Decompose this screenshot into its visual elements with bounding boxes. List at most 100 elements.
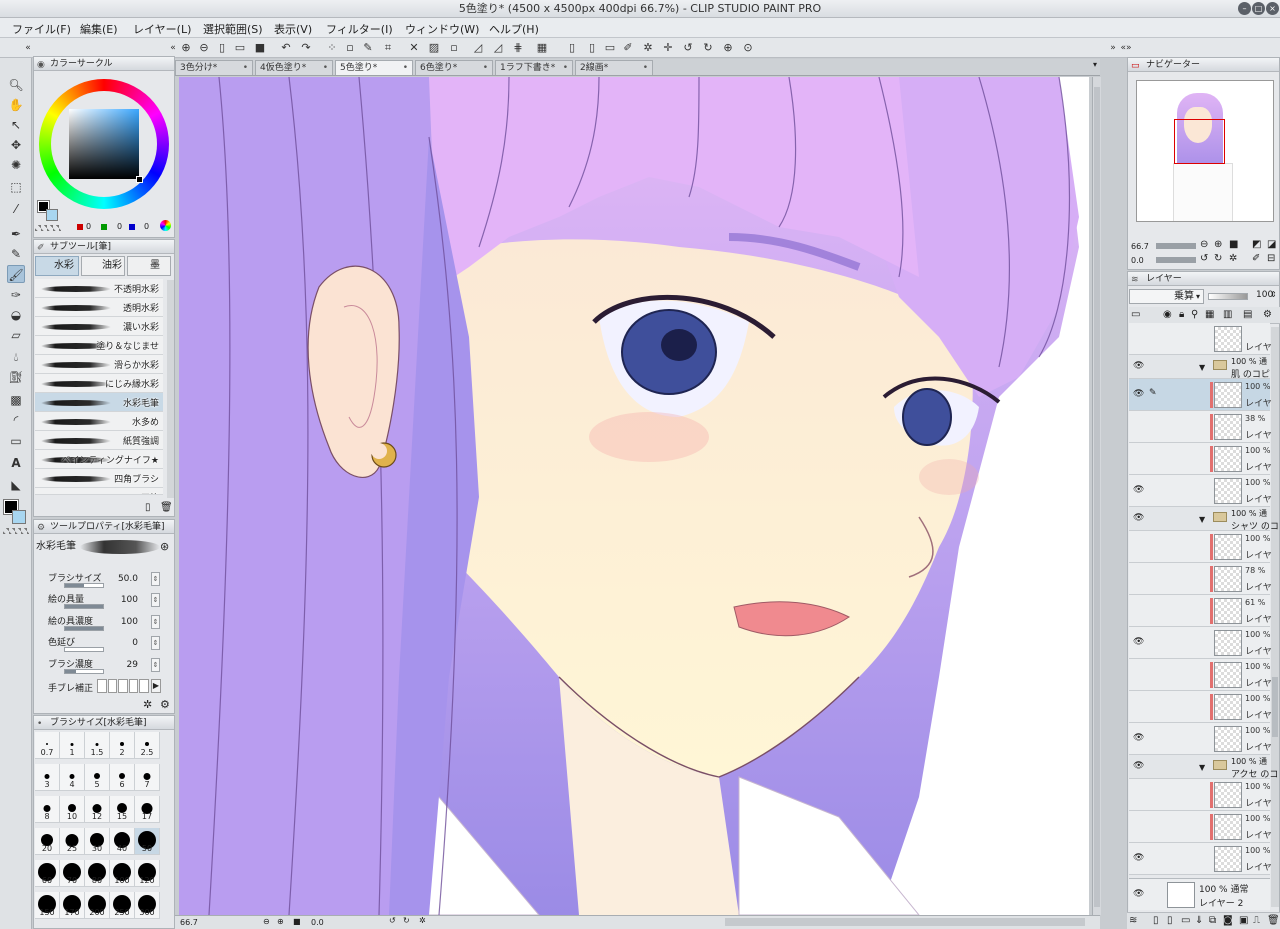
layer-property-icon[interactable]: ≋: [1129, 915, 1137, 926]
brush-size-cell[interactable]: 5: [85, 764, 110, 791]
new-subtool-icon[interactable]: ▯: [145, 502, 151, 513]
crosshair-icon[interactable]: ⊕: [720, 40, 736, 56]
layer-scroll-thumb[interactable]: [1272, 677, 1278, 737]
navigator-zoom-slider[interactable]: [1156, 243, 1196, 249]
nav-rotate-left-icon[interactable]: ↺: [1200, 253, 1208, 264]
gradient-tool-icon[interactable]: ▩: [7, 391, 25, 409]
status-rotate-left-icon[interactable]: ↺: [389, 916, 396, 925]
settings-icon[interactable]: ✲: [640, 40, 656, 56]
rotate-left-icon[interactable]: ↺: [680, 40, 696, 56]
delete-layer-icon[interactable]: 🗑︎: [1267, 915, 1280, 926]
property-stepper-icon[interactable]: ⇕: [151, 615, 160, 629]
saturation-value-square[interactable]: [69, 109, 139, 179]
stabilization-blocks[interactable]: [97, 679, 149, 693]
new-raster-layer-icon[interactable]: ▯: [1153, 915, 1159, 926]
wrench-settings-icon[interactable]: ⚙: [160, 698, 170, 711]
new-file-icon[interactable]: ▯: [214, 40, 230, 56]
hue-ring[interactable]: [39, 79, 169, 209]
property-stepper-icon[interactable]: ⇕: [151, 636, 160, 650]
canvas-horizontal-scrollbar[interactable]: [725, 918, 1085, 926]
brush-item[interactable]: 水彩毛筆: [35, 393, 163, 412]
fill-tool-icon[interactable]: ⛽︎: [7, 368, 25, 386]
drawing-canvas[interactable]: [179, 77, 1089, 915]
lock-icon[interactable]: 🔒︎: [1179, 309, 1184, 320]
layer-row[interactable]: 100 % レイヤ: [1129, 659, 1272, 691]
blend-mode-select[interactable]: 乗算 ▾: [1129, 289, 1204, 304]
status-fit-icon[interactable]: ■: [293, 917, 301, 926]
selection-tool-icon[interactable]: ⁘: [324, 40, 340, 56]
zoom-tool-icon[interactable]: 🔍︎: [7, 76, 25, 94]
target-icon[interactable]: ⊙: [740, 40, 756, 56]
opacity-stepper-icon[interactable]: ⇕: [1270, 290, 1277, 299]
layer-row[interactable]: 👁︎ 100 % レイヤ: [1129, 475, 1272, 507]
brush-size-cell[interactable]: 150: [35, 892, 60, 919]
canvas-tab[interactable]: 5色塗り* •: [335, 60, 413, 75]
ref-layer-icon[interactable]: ▥: [1223, 309, 1232, 320]
folder-expand-icon[interactable]: ▼: [1199, 763, 1205, 772]
layer-row[interactable]: 👁︎ 100 % レイヤ: [1129, 627, 1272, 659]
canvas-vscroll-thumb[interactable]: [1094, 87, 1100, 907]
collapse-right-icon-2[interactable]: «»: [1118, 40, 1134, 56]
color-mode-icon[interactable]: [160, 220, 171, 231]
nav-reset-rotation-icon[interactable]: ✲: [1229, 253, 1237, 264]
collapse-left-icon[interactable]: «: [20, 40, 36, 56]
layer-opacity-slider[interactable]: [1208, 293, 1248, 300]
subtool-settings-icon[interactable]: ✲: [143, 698, 152, 711]
layer-row[interactable]: レイヤ: [1129, 323, 1272, 355]
page-add-icon[interactable]: ▯: [584, 40, 600, 56]
undo-icon[interactable]: ↶: [278, 40, 294, 56]
close-tab-icon[interactable]: •: [643, 61, 648, 75]
nav-eyedrop-icon[interactable]: ✐: [1252, 253, 1260, 264]
text-tool-icon[interactable]: A: [7, 454, 25, 472]
page-icon[interactable]: ▯: [564, 40, 580, 56]
layer-row[interactable]: 78 % レイヤ: [1129, 563, 1272, 595]
decoration-tool-icon[interactable]: ◒: [7, 306, 25, 324]
clear-icon[interactable]: ✎: [360, 40, 376, 56]
property-stepper-icon[interactable]: ⇕: [151, 658, 160, 672]
layer-folder-row[interactable]: 👁︎ ▼ 100 % 通アクセ のコ: [1129, 755, 1278, 780]
brush-size-cell[interactable]: 40: [110, 828, 135, 855]
brush-size-cell[interactable]: 200: [85, 892, 110, 919]
brush-size-cell[interactable]: 17: [135, 796, 160, 823]
stabilization-next-icon[interactable]: ▶: [151, 679, 161, 693]
folder-icon[interactable]: ▭: [602, 40, 618, 56]
layer-scrollbar[interactable]: [1271, 327, 1279, 907]
layer-row[interactable]: 👁︎ 100 % レイヤ: [1129, 843, 1272, 875]
rotate-right-icon[interactable]: ↻: [700, 40, 716, 56]
nav-flip-v-icon[interactable]: ◪: [1267, 239, 1276, 250]
ruler-hide-icon[interactable]: ▨: [426, 40, 442, 56]
nav-flip-h-icon[interactable]: ◩: [1252, 239, 1261, 250]
tab-ink[interactable]: 墨: [127, 256, 171, 276]
brush-item[interactable]: 滑らか水彩: [35, 355, 163, 374]
status-rotate-right-icon[interactable]: ↻: [403, 916, 410, 925]
hand-tool-icon[interactable]: ✋: [7, 96, 25, 114]
layer-row[interactable]: 100 % レイヤ: [1129, 811, 1272, 843]
snap-icon[interactable]: ▫: [446, 40, 462, 56]
canvas-tab[interactable]: 3色分け* •: [175, 60, 253, 75]
layer-settings-icon[interactable]: ⚙: [1263, 309, 1272, 320]
property-slider[interactable]: [64, 669, 104, 674]
property-value[interactable]: 50.0: [108, 574, 138, 584]
menu-view[interactable]: 表示(V): [274, 21, 312, 37]
figure-tool-icon[interactable]: ◜: [7, 411, 25, 429]
brush-settings-icon[interactable]: ⊛: [160, 540, 169, 553]
layer-row[interactable]: 100 % レイヤ: [1129, 779, 1272, 811]
redo-icon[interactable]: ↷: [298, 40, 314, 56]
property-value[interactable]: 29: [108, 660, 138, 670]
layer-mask-icon[interactable]: ◉: [1163, 309, 1172, 320]
menu-edit[interactable]: 編集(E): [80, 21, 118, 37]
maximize-icon[interactable]: □: [1252, 2, 1265, 15]
transfer-down-icon[interactable]: ⇓: [1195, 915, 1203, 926]
layer-folder-row[interactable]: 👁︎ ▼ 100 % 通肌 のコピ: [1129, 355, 1270, 380]
status-zoom-in-icon[interactable]: ⊕: [277, 917, 284, 926]
brush-size-cell[interactable]: 6: [110, 764, 135, 791]
navigator-preview[interactable]: [1136, 80, 1274, 222]
close-tab-icon[interactable]: •: [323, 61, 328, 75]
ruler-icon[interactable]: ✕: [406, 40, 422, 56]
tab-watercolor[interactable]: 水彩: [35, 256, 79, 276]
layer-mask-create-icon[interactable]: ◙: [1223, 915, 1233, 926]
brush-size-cell[interactable]: 12: [85, 796, 110, 823]
zoom-in-icon[interactable]: ⊕: [178, 40, 194, 56]
layer-row[interactable]: 👁︎ ✎ 100 % レイヤ: [1129, 379, 1272, 411]
brush-item[interactable]: にじみ縁水彩: [35, 374, 163, 393]
